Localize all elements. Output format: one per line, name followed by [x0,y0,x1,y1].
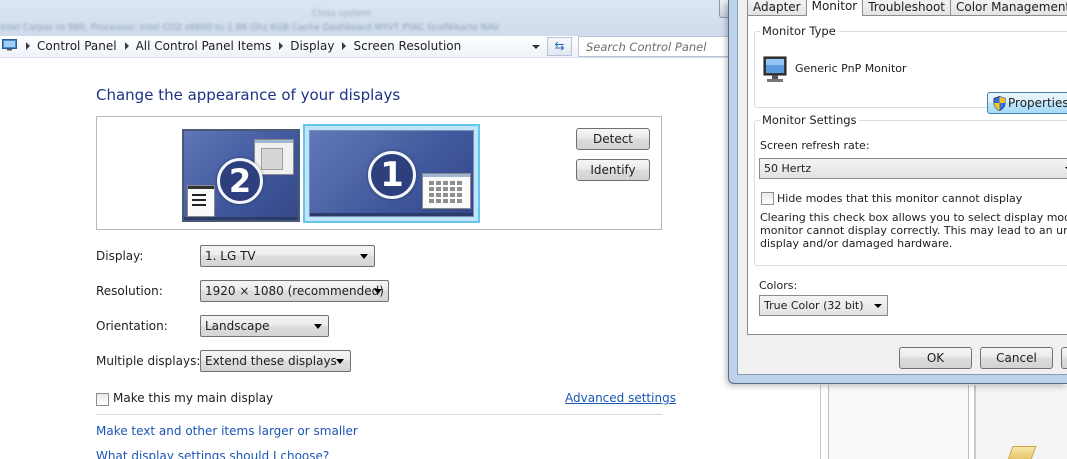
breadcrumb-all-items[interactable]: All Control Panel Items [136,39,272,53]
address-history-dropdown-icon[interactable] [529,40,543,54]
refresh-rate-label: Screen refresh rate: [760,139,870,152]
control-panel-icon [2,39,17,51]
monitor-1-thumbnail[interactable]: 1 [303,124,480,223]
breadcrumb: Control Panel All Control Panel Items Di… [26,39,469,53]
dialog-body: Adapter Monitor Troubleshoot Color Manag… [737,0,1067,375]
multiple-displays-label: Multiple displays: [96,354,201,368]
background-window [820,385,975,459]
main-display-label[interactable]: Make this my main display [113,391,273,405]
page-title: Change the appearance of your displays [96,86,401,104]
monitor-number-badge: 1 [368,151,416,199]
tab-monitor[interactable]: Monitor [805,0,864,16]
hide-modes-checkbox[interactable] [761,192,774,205]
resolution-select[interactable]: 1920 × 1080 (recommended) [200,280,389,302]
monitor-settings-title: Monitor Settings [760,113,859,127]
monitor-icon [763,56,787,82]
colors-select[interactable]: True Color (32 bit) [759,295,888,316]
monitor-number-badge: 2 [217,158,263,204]
search-input[interactable] [579,37,729,56]
breadcrumb-screen-resolution[interactable]: Screen Resolution [353,39,461,53]
orientation-select[interactable]: Landscape [200,315,329,337]
display-settings-help-link[interactable]: What display settings should I choose? [96,449,329,459]
monitor-2-thumbnail[interactable]: 2 [182,129,300,222]
tab-color-management[interactable]: Color Management [950,0,1067,16]
tab-adapter[interactable]: Adapter [747,0,807,16]
multiple-displays-select[interactable]: Extend these displays [200,350,351,372]
advanced-settings-link[interactable]: Advanced settings [565,391,676,405]
hide-modes-label[interactable]: Hide modes that this monitor cannot disp… [777,192,1022,205]
display-label: Display: [96,249,144,263]
section-divider [96,414,662,415]
shield-icon [993,96,1006,111]
properties-label: Properties [1008,96,1067,110]
resolution-label: Resolution: [96,284,163,298]
breadcrumb-arrow-icon[interactable] [124,42,129,50]
monitor-tab-page: Monitor Type Generic PnP Monitor Propert… [747,15,1067,335]
dialog-tabs: Adapter Monitor Troubleshoot Color Manag… [747,0,1067,16]
folder-icon [1007,446,1037,459]
breadcrumb-arrow-icon[interactable] [279,42,284,50]
display-select[interactable]: 1. LG TV [200,245,375,267]
text-size-link[interactable]: Make text and other items larger or smal… [96,424,358,438]
hide-modes-help-line: monitor cannot display correctly. This m… [760,224,1067,237]
breadcrumb-display[interactable]: Display [290,39,334,53]
monitor-name: Generic PnP Monitor [795,62,907,75]
cancel-button[interactable]: Cancel [980,347,1053,369]
apply-button[interactable] [1061,347,1067,369]
breadcrumb-arrow-icon[interactable] [342,42,347,50]
hide-modes-help-line: display and/or damaged hardware. [760,237,953,250]
background-window-titlebar: Closs system Intel Corpor ro 980, Proces… [0,0,730,36]
monitor-type-title: Monitor Type [760,24,838,38]
mini-window-icon [187,185,215,217]
breadcrumb-arrow-icon[interactable] [26,42,30,50]
identify-button[interactable]: Identify [576,159,650,181]
breadcrumb-control-panel[interactable]: Control Panel [37,39,117,53]
refresh-icon[interactable]: ⇆ [547,37,572,56]
ok-button[interactable]: OK [899,347,972,369]
monitor-settings-group: Monitor Settings Screen refresh rate: 50… [754,113,1067,266]
detect-button[interactable]: Detect [576,128,650,150]
taskbar-strip [184,217,298,220]
search-box[interactable] [578,36,730,57]
taskbar-strip [310,213,473,216]
mini-window-icon [422,173,471,209]
monitor-properties-dialog: Adapter Monitor Troubleshoot Color Manag… [728,0,1067,384]
orientation-label: Orientation: [96,319,168,333]
tab-troubleshoot[interactable]: Troubleshoot [862,0,951,16]
background-strip-text: Intel Corpor ro 980, Processor: Intel CO… [0,23,500,33]
colors-label: Colors: [759,279,798,292]
main-display-checkbox[interactable] [96,393,109,406]
refresh-rate-select[interactable]: 50 Hertz [759,158,1067,179]
hide-modes-help-line: Clearing this check box allows you to se… [760,211,1067,224]
background-title-text: Closs system [312,9,372,19]
monitor-type-group: Monitor Type Generic PnP Monitor Propert… [754,24,1067,114]
properties-button[interactable]: Properties [987,92,1067,114]
